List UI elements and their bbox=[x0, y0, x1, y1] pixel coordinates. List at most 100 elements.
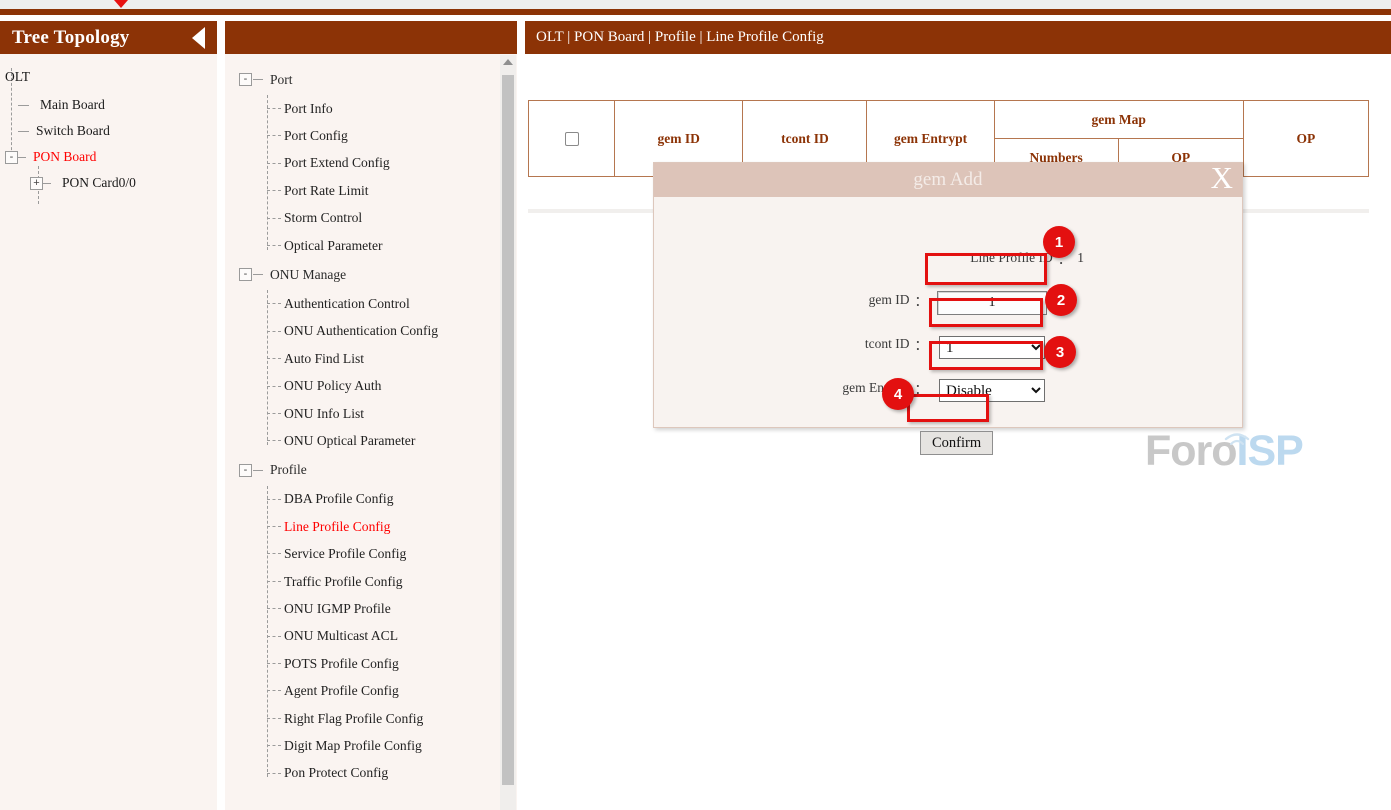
gem-id-input[interactable] bbox=[937, 291, 1047, 315]
field-label-gem-id: gem ID bbox=[869, 292, 910, 308]
tree-expander-toggle[interactable]: + bbox=[30, 177, 43, 190]
menu-item-onu-igmp-profile[interactable]: ONU IGMP Profile bbox=[225, 595, 517, 622]
menu-item-pots-profile-config[interactable]: POTS Profile Config bbox=[225, 650, 517, 677]
tree-node-pon-board[interactable]: - PON Board bbox=[0, 144, 217, 170]
navigation-menu-scrollbar[interactable] bbox=[500, 55, 516, 810]
tree-connector bbox=[267, 163, 281, 164]
menu-item-port-rate-limit[interactable]: Port Rate Limit bbox=[225, 177, 517, 204]
tree-node-label: PON Card0/0 bbox=[62, 175, 136, 191]
menu-item-right-flag-profile-config[interactable]: Right Flag Profile Config bbox=[225, 705, 517, 732]
menu-item-authentication-control[interactable]: Authentication Control bbox=[225, 290, 517, 317]
tree-connector bbox=[267, 553, 281, 554]
wifi-icon bbox=[1222, 432, 1252, 450]
menu-item-label[interactable]: Port Rate Limit bbox=[284, 183, 369, 199]
menu-item-label[interactable]: Port Extend Config bbox=[284, 155, 390, 171]
menu-group-port[interactable]: -Port bbox=[225, 64, 517, 95]
field-value-line-profile-id: 1 bbox=[1077, 250, 1084, 266]
tree-connector bbox=[267, 386, 281, 387]
menu-group-items: Port Info Port Config Port Extend Config Po… bbox=[225, 95, 517, 259]
tree-node-main-board[interactable]: Main Board bbox=[0, 92, 217, 118]
close-icon[interactable]: X bbox=[1211, 161, 1233, 195]
navigation-menu-header bbox=[225, 21, 517, 54]
checkbox-icon[interactable] bbox=[565, 132, 579, 146]
menu-item-line-profile-config[interactable]: Line Profile Config bbox=[225, 513, 517, 540]
tree-node-olt[interactable]: OLT bbox=[0, 64, 217, 90]
breadcrumb: OLT | PON Board | Profile | Line Profile… bbox=[536, 29, 824, 46]
field-colon: ： bbox=[915, 290, 929, 310]
menu-item-label[interactable]: Auto Find List bbox=[284, 351, 364, 367]
tree-node-switch-board[interactable]: Switch Board bbox=[0, 118, 217, 144]
gem-entrypt-select[interactable]: DisableEnable bbox=[939, 379, 1045, 402]
menu-item-port-info[interactable]: Port Info bbox=[225, 95, 517, 122]
field-row-line-profile-id: Line Profile ID ： 1 bbox=[654, 248, 1084, 268]
menu-item-label[interactable]: Line Profile Config bbox=[284, 519, 390, 535]
menu-item-traffic-profile-config[interactable]: Traffic Profile Config bbox=[225, 568, 517, 595]
menu-item-agent-profile-config[interactable]: Agent Profile Config bbox=[225, 677, 517, 704]
menu-item-label[interactable]: DBA Profile Config bbox=[284, 491, 394, 507]
dialog-titlebar: gem Add X bbox=[654, 163, 1242, 197]
triangle-up-icon[interactable] bbox=[503, 59, 513, 65]
menu-item-port-config[interactable]: Port Config bbox=[225, 122, 517, 149]
watermark-text-1: Foro bbox=[1145, 427, 1237, 475]
menu-item-label[interactable]: Pon Protect Config bbox=[284, 765, 388, 781]
col-header-gem-map: gem Map bbox=[994, 101, 1243, 139]
tree-connector bbox=[267, 440, 281, 441]
menu-item-digit-map-profile-config[interactable]: Digit Map Profile Config bbox=[225, 732, 517, 759]
menu-item-label[interactable]: Digit Map Profile Config bbox=[284, 738, 422, 754]
triangle-left-icon[interactable] bbox=[192, 27, 205, 49]
field-colon: ： bbox=[915, 334, 929, 354]
tree-connector bbox=[267, 413, 281, 414]
tree-connector bbox=[267, 245, 281, 246]
tree-connector bbox=[253, 274, 263, 275]
menu-item-label[interactable]: ONU Optical Parameter bbox=[284, 433, 415, 449]
menu-group-expander[interactable]: - bbox=[239, 73, 252, 86]
menu-item-optical-parameter[interactable]: Optical Parameter bbox=[225, 232, 517, 259]
tree-connector bbox=[253, 470, 263, 471]
tree-node-pon-card[interactable]: + PON Card0/0 bbox=[0, 170, 217, 196]
menu-item-label[interactable]: Storm Control bbox=[284, 210, 362, 226]
menu-group-onu-manage[interactable]: -ONU Manage bbox=[225, 259, 517, 290]
menu-item-label[interactable]: ONU Authentication Config bbox=[284, 323, 438, 339]
menu-item-label[interactable]: Traffic Profile Config bbox=[284, 574, 403, 590]
menu-item-label[interactable]: ONU Policy Auth bbox=[284, 378, 381, 394]
dialog-title: gem Add bbox=[913, 169, 982, 191]
annotation-badge-4: 4 bbox=[882, 378, 914, 410]
annotation-badge-2: 2 bbox=[1045, 284, 1077, 316]
menu-item-pon-protect-config[interactable]: Pon Protect Config bbox=[225, 760, 517, 787]
menu-item-onu-optical-parameter[interactable]: ONU Optical Parameter bbox=[225, 427, 517, 454]
menu-item-label[interactable]: POTS Profile Config bbox=[284, 656, 399, 672]
menu-group-expander[interactable]: - bbox=[239, 268, 252, 281]
menu-item-label[interactable]: Port Info bbox=[284, 101, 333, 117]
menu-item-label[interactable]: Optical Parameter bbox=[284, 238, 383, 254]
menu-item-storm-control[interactable]: Storm Control bbox=[225, 205, 517, 232]
menu-item-label[interactable]: Authentication Control bbox=[284, 296, 410, 312]
col-header-op: OP bbox=[1243, 101, 1368, 177]
tree-connector bbox=[267, 663, 281, 664]
tree-expander-toggle[interactable]: - bbox=[5, 151, 18, 164]
menu-item-onu-policy-auth[interactable]: ONU Policy Auth bbox=[225, 373, 517, 400]
scrollbar-thumb[interactable] bbox=[502, 75, 514, 785]
menu-item-dba-profile-config[interactable]: DBA Profile Config bbox=[225, 486, 517, 513]
menu-item-label[interactable]: Port Config bbox=[284, 128, 348, 144]
menu-item-onu-info-list[interactable]: ONU Info List bbox=[225, 400, 517, 427]
menu-item-onu-authentication-config[interactable]: ONU Authentication Config bbox=[225, 318, 517, 345]
tree-connector bbox=[267, 218, 281, 219]
menu-item-onu-multicast-acl[interactable]: ONU Multicast ACL bbox=[225, 623, 517, 650]
menu-item-port-extend-config[interactable]: Port Extend Config bbox=[225, 150, 517, 177]
tree-connector bbox=[267, 331, 281, 332]
confirm-button[interactable]: Confirm bbox=[920, 431, 993, 455]
menu-group-profile[interactable]: -Profile bbox=[225, 455, 517, 486]
tcont-id-select[interactable]: 1234 bbox=[939, 336, 1045, 359]
menu-item-label[interactable]: Service Profile Config bbox=[284, 546, 406, 562]
menu-item-label[interactable]: ONU IGMP Profile bbox=[284, 601, 391, 617]
field-colon: ： bbox=[915, 378, 929, 398]
select-all-cell[interactable] bbox=[529, 101, 615, 177]
menu-item-label[interactable]: ONU Multicast ACL bbox=[284, 628, 398, 644]
menu-item-label[interactable]: ONU Info List bbox=[284, 406, 364, 422]
menu-item-label[interactable]: Right Flag Profile Config bbox=[284, 711, 423, 727]
menu-item-label[interactable]: Agent Profile Config bbox=[284, 683, 399, 699]
menu-item-auto-find-list[interactable]: Auto Find List bbox=[225, 345, 517, 372]
app-root: Tree Topology OLT Main Board bbox=[0, 0, 1391, 810]
menu-item-service-profile-config[interactable]: Service Profile Config bbox=[225, 540, 517, 567]
menu-group-expander[interactable]: - bbox=[239, 464, 252, 477]
